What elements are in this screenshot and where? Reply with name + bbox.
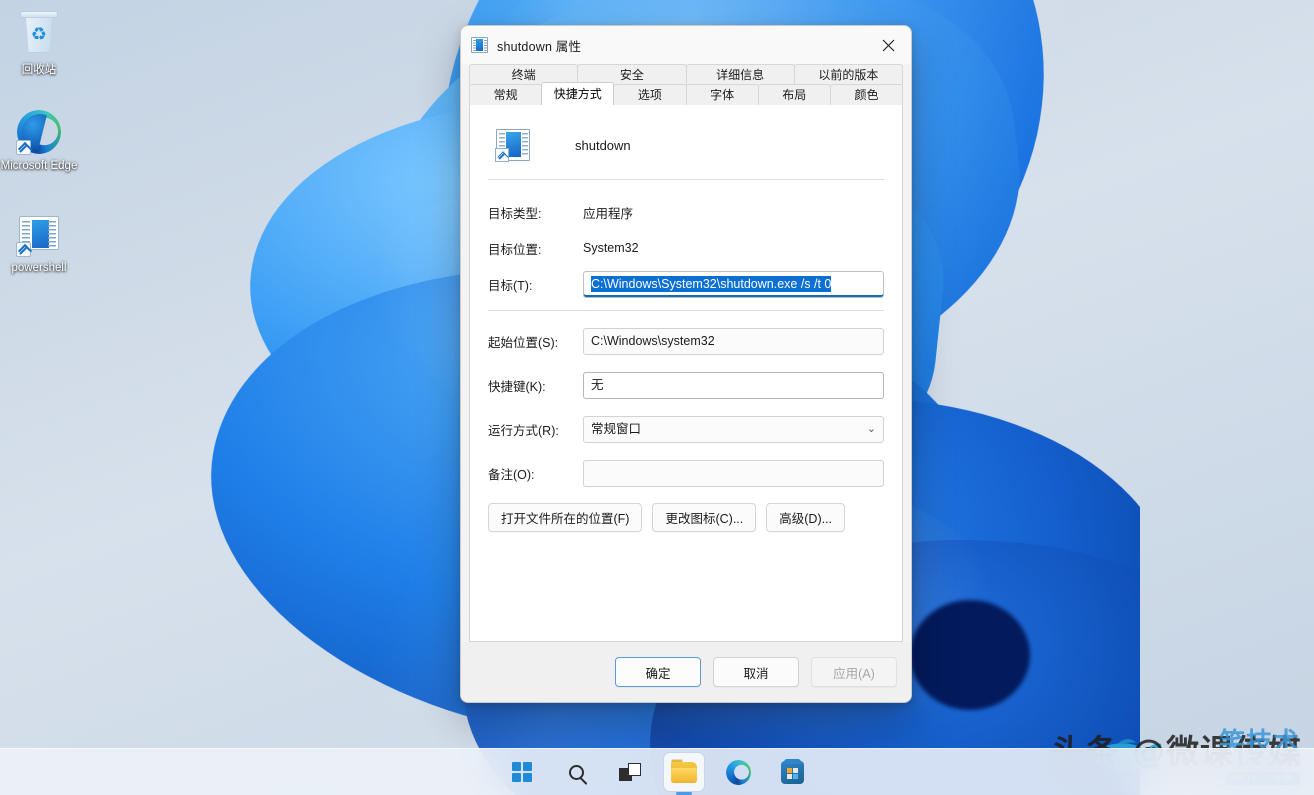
run-select-value: 常规窗口 bbox=[591, 417, 641, 442]
field-row-run: 运行方式(R): 常规窗口 ⌄ bbox=[488, 413, 884, 445]
desktop-icon-label: Microsoft Edge bbox=[0, 160, 78, 173]
field-row-target-type: 目标类型: 应用程序 bbox=[488, 196, 884, 228]
run-select[interactable]: 常规窗口 ⌄ bbox=[583, 416, 884, 443]
chevron-down-icon: ⌄ bbox=[867, 417, 876, 442]
apply-button: 应用(A) bbox=[811, 657, 897, 687]
dialog-tabs[interactable]: 终端 安全 详细信息 以前的版本 常规 快捷方式 选项 字体 布局 颜色 bbox=[461, 64, 911, 105]
shortcut-arrow-icon bbox=[16, 242, 31, 257]
folder-icon bbox=[671, 762, 697, 783]
recycle-bin-icon: ♻ bbox=[15, 12, 63, 60]
ok-button[interactable]: 确定 bbox=[615, 657, 701, 687]
field-row-start-in: 起始位置(S): C:\Windows\system32 bbox=[488, 325, 884, 357]
shortcut-arrow-icon bbox=[495, 148, 509, 162]
shortcut-key-input[interactable]: 无 bbox=[583, 372, 884, 399]
shortcut-action-buttons: 打开文件所在的位置(F) 更改图标(C)... 高级(D)... bbox=[488, 503, 884, 532]
target-label: 目标(T): bbox=[488, 275, 583, 294]
field-row-shortcut-key: 快捷键(K): 无 bbox=[488, 369, 884, 401]
taskbar-task-view-button[interactable] bbox=[610, 753, 650, 791]
microsoft-edge-icon bbox=[15, 108, 63, 156]
shortcut-key-label: 快捷键(K): bbox=[488, 376, 583, 395]
target-input-selected-text: C:\Windows\System32\shutdown.exe /s /t 0 bbox=[591, 276, 831, 292]
dialog-titlebar[interactable]: shutdown 属性 bbox=[461, 26, 911, 64]
tab-options[interactable]: 选项 bbox=[613, 84, 686, 105]
start-in-label: 起始位置(S): bbox=[488, 332, 583, 351]
microsoft-store-icon bbox=[781, 761, 804, 784]
header-divider bbox=[488, 179, 884, 180]
field-row-target: 目标(T): C:\Windows\System32\shutdown.exe … bbox=[488, 268, 884, 300]
desktop-icon-powershell[interactable]: powershell bbox=[0, 210, 78, 275]
close-icon[interactable] bbox=[865, 26, 911, 64]
taskbar[interactable] bbox=[0, 748, 1314, 795]
task-view-icon bbox=[619, 763, 641, 781]
start-icon bbox=[512, 762, 533, 783]
microsoft-edge-icon bbox=[723, 757, 754, 788]
taskbar-edge-button[interactable] bbox=[718, 753, 758, 791]
shortcut-file-icon bbox=[471, 37, 488, 53]
tab-colors[interactable]: 颜色 bbox=[830, 84, 903, 105]
target-divider bbox=[488, 310, 884, 311]
start-in-input[interactable]: C:\Windows\system32 bbox=[583, 328, 884, 355]
powershell-icon bbox=[15, 210, 63, 258]
target-input[interactable]: C:\Windows\System32\shutdown.exe /s /t 0 bbox=[583, 271, 884, 298]
taskbar-center-group bbox=[502, 753, 812, 791]
shortcut-name: shutdown bbox=[575, 138, 631, 153]
search-icon bbox=[569, 765, 584, 780]
desktop[interactable]: ♻ 回收站 Microsoft Edge powershell bbox=[0, 0, 1314, 795]
tab-layout[interactable]: 布局 bbox=[758, 84, 831, 105]
change-icon-button[interactable]: 更改图标(C)... bbox=[652, 503, 756, 532]
open-file-location-button[interactable]: 打开文件所在的位置(F) bbox=[488, 503, 642, 532]
target-type-label: 目标类型: bbox=[488, 203, 583, 222]
tab-shortcut[interactable]: 快捷方式 bbox=[541, 82, 614, 105]
tab-row-upper[interactable]: 终端 安全 详细信息 以前的版本 bbox=[469, 64, 903, 85]
field-row-comment: 备注(O): bbox=[488, 457, 884, 489]
tab-details[interactable]: 详细信息 bbox=[686, 64, 795, 85]
tab-general[interactable]: 常规 bbox=[469, 84, 542, 105]
tab-previous-versions[interactable]: 以前的版本 bbox=[794, 64, 903, 85]
taskbar-search-button[interactable] bbox=[556, 753, 596, 791]
cancel-button[interactable]: 取消 bbox=[713, 657, 799, 687]
shortcut-large-icon bbox=[496, 129, 530, 161]
desktop-icon-recycle-bin[interactable]: ♻ 回收站 bbox=[0, 12, 78, 77]
tab-font[interactable]: 字体 bbox=[686, 84, 759, 105]
taskbar-store-button[interactable] bbox=[772, 753, 812, 791]
desktop-icon-label: 回收站 bbox=[0, 64, 78, 77]
shortcut-arrow-icon bbox=[16, 140, 31, 155]
shortcut-tab-panel: shutdown 目标类型: 应用程序 目标位置: System32 目标(T)… bbox=[469, 105, 903, 642]
dialog-title: shutdown 属性 bbox=[497, 36, 581, 55]
taskbar-start-button[interactable] bbox=[502, 753, 542, 791]
shortcut-header: shutdown bbox=[488, 123, 884, 167]
target-type-value: 应用程序 bbox=[583, 203, 633, 222]
advanced-button[interactable]: 高级(D)... bbox=[766, 503, 845, 532]
field-row-target-location: 目标位置: System32 bbox=[488, 232, 884, 264]
run-label: 运行方式(R): bbox=[488, 420, 583, 439]
tab-row-lower[interactable]: 常规 快捷方式 选项 字体 布局 颜色 bbox=[469, 84, 903, 105]
desktop-icon-label: powershell bbox=[0, 262, 78, 275]
shutdown-properties-dialog[interactable]: shutdown 属性 终端 安全 详细信息 以前的版本 常规 快捷方式 选项 … bbox=[460, 25, 912, 703]
comment-label: 备注(O): bbox=[488, 464, 583, 483]
target-location-label: 目标位置: bbox=[488, 239, 583, 258]
dialog-footer: 确定 取消 应用(A) bbox=[461, 642, 911, 702]
comment-input[interactable] bbox=[583, 460, 884, 487]
desktop-icon-microsoft-edge[interactable]: Microsoft Edge bbox=[0, 108, 78, 173]
target-location-value: System32 bbox=[583, 241, 639, 255]
taskbar-file-explorer-button[interactable] bbox=[664, 753, 704, 791]
